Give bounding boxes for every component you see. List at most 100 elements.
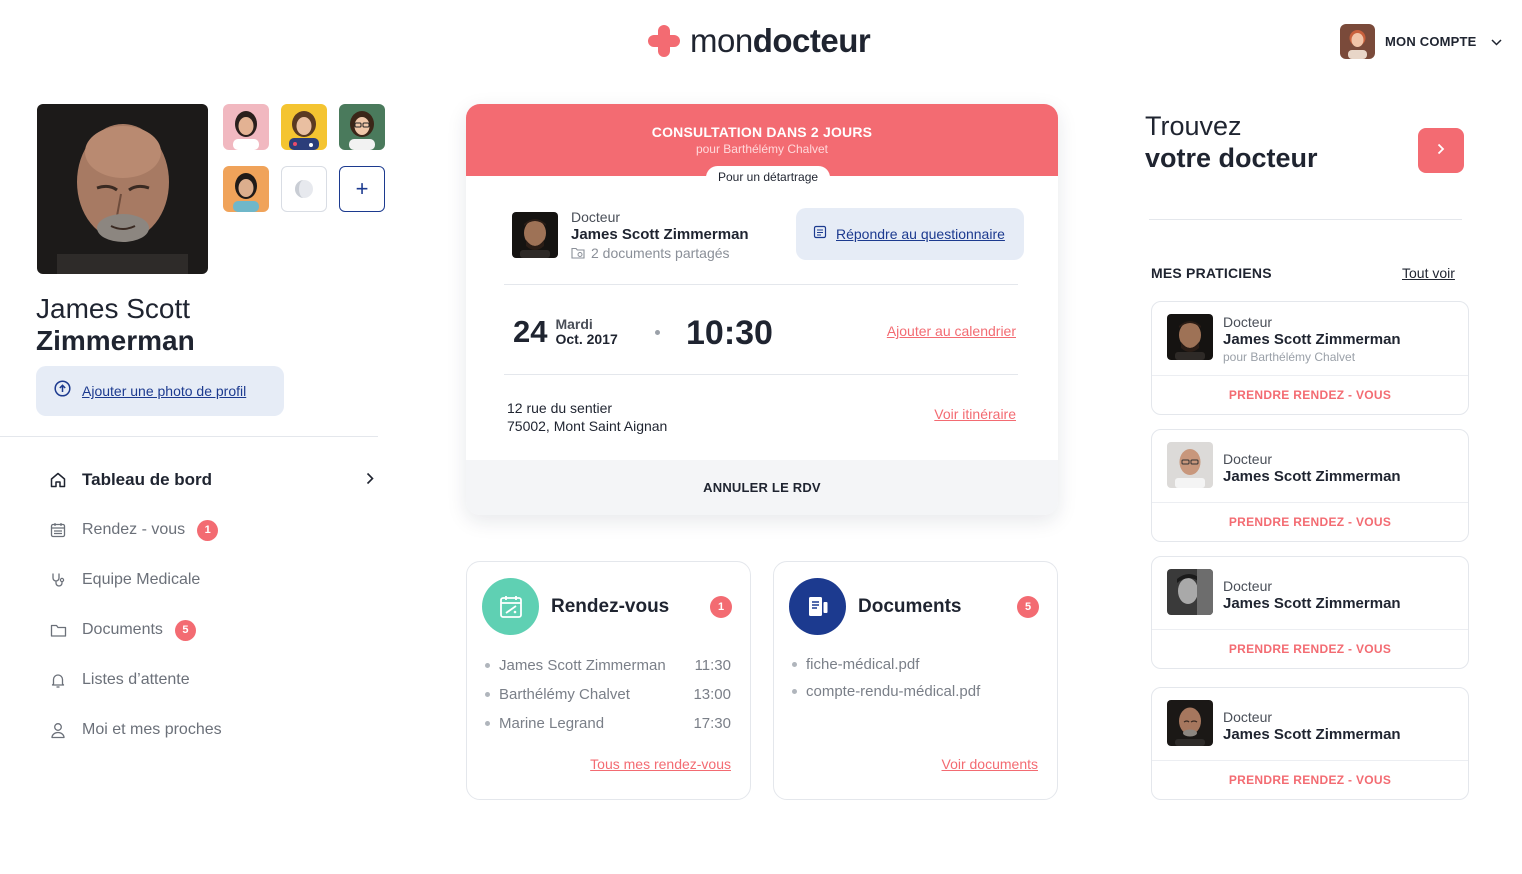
- documents-widget: Documents 5 fiche-médical.pdf compte-ren…: [773, 561, 1058, 800]
- appointment-title: CONSULTATION DANS 2 JOURS: [651, 124, 873, 140]
- itinerary-link[interactable]: Voir itinéraire: [934, 406, 1016, 422]
- add-profile-photo-label: Ajouter une photo de profil: [82, 383, 247, 399]
- form-icon: [813, 225, 827, 244]
- right-divider: [1149, 219, 1462, 220]
- documents-widget-badge: 5: [1017, 595, 1039, 618]
- document-item-name: compte-rendu-médical.pdf: [806, 683, 981, 700]
- shared-documents-label: 2 documents partagés: [591, 245, 730, 261]
- practitioner-card: Docteur James Scott Zimmerman PRENDRE RE…: [1151, 556, 1469, 669]
- appointment-item-time: 13:00: [693, 686, 731, 703]
- list-item[interactable]: Barthélémy Chalvet 13:00: [485, 680, 731, 709]
- user-avatar-icon: [1340, 24, 1375, 59]
- appointment-address: 12 rue du sentier 75002, Mont Saint Aign…: [507, 399, 667, 435]
- person-icon: [48, 720, 68, 740]
- cancel-appointment-button[interactable]: ANNULER LE RDV: [466, 460, 1058, 515]
- sidebar-item-family[interactable]: Moi et mes proches: [48, 705, 388, 755]
- profile-first-name: James Scott: [36, 293, 191, 324]
- add-relative-button[interactable]: +: [339, 166, 385, 212]
- calendar-widget-icon: [482, 578, 539, 635]
- documents-list: fiche-médical.pdf compte-rendu-médical.p…: [792, 651, 1038, 705]
- profile-last-name: Zimmerman: [36, 325, 195, 356]
- chevron-right-icon: [366, 472, 374, 490]
- book-appointment-label: PRENDRE RENDEZ - VOUS: [1228, 642, 1392, 656]
- practitioner-name: James Scott Zimmerman: [1223, 331, 1401, 348]
- add-to-calendar-link[interactable]: Ajouter au calendrier: [887, 323, 1016, 339]
- find-doctor-line2: votre docteur: [1145, 143, 1318, 173]
- account-label: MON COMPTE: [1385, 34, 1477, 49]
- stethoscope-icon: [48, 570, 68, 590]
- sidebar-item-documents[interactable]: Documents 5: [48, 605, 388, 655]
- appointments-widget-badge: 1: [710, 595, 732, 618]
- practitioner-role: Docteur: [1223, 314, 1273, 330]
- sidebar-item-medical-team[interactable]: Equipe Medicale: [48, 555, 388, 605]
- doctor-role: Docteur: [571, 209, 621, 225]
- book-appointment-label: PRENDRE RENDEZ - VOUS: [1228, 388, 1392, 402]
- sidebar-item-label: Tableau de bord: [82, 470, 213, 489]
- practitioner-info: Docteur James Scott Zimmerman: [1152, 557, 1468, 630]
- address-street: 12 rue du sentier: [507, 400, 613, 416]
- upload-icon: [54, 380, 71, 402]
- questionnaire-label: Répondre au questionnaire: [836, 226, 1005, 242]
- practitioner-name: James Scott Zimmerman: [1223, 726, 1401, 743]
- profile-photo: [37, 104, 208, 274]
- appointment-item-name: Marine Legrand: [499, 715, 605, 732]
- brand-logo[interactable]: mondocteur: [648, 22, 871, 60]
- see-all-practitioners-link[interactable]: Tout voir: [1402, 265, 1455, 281]
- all-appointments-link[interactable]: Tous mes rendez-vous: [590, 756, 731, 772]
- appointment-day: 24: [513, 314, 548, 349]
- practitioner-card: Docteur James Scott Zimmerman PRENDRE RE…: [1151, 429, 1469, 542]
- sidebar-item-waiting-lists[interactable]: Listes d’attente: [48, 655, 388, 705]
- practitioner-role: Docteur: [1223, 451, 1273, 467]
- practitioner-avatar: [1167, 700, 1213, 746]
- practitioner-avatar: [1167, 442, 1213, 488]
- document-item-name: fiche-médical.pdf: [806, 656, 920, 673]
- address-city: 75002, Mont Saint Aignan: [507, 418, 668, 434]
- list-item[interactable]: Marine Legrand 17:30: [485, 709, 731, 738]
- practitioner-patient: pour Barthélémy Chalvet: [1223, 350, 1356, 364]
- book-appointment-button[interactable]: PRENDRE RENDEZ - VOUS: [1152, 761, 1468, 799]
- appointment-doctor: Docteur James Scott Zimmerman 2 document…: [512, 208, 749, 262]
- list-item[interactable]: fiche-médical.pdf: [792, 651, 1038, 678]
- find-doctor-button[interactable]: [1418, 128, 1464, 173]
- sidebar-item-appointments[interactable]: Rendez - vous 1: [48, 505, 388, 555]
- practitioner-role: Docteur: [1223, 578, 1273, 594]
- date-time-separator: [655, 330, 660, 335]
- book-appointment-button[interactable]: PRENDRE RENDEZ - VOUS: [1152, 630, 1468, 668]
- appointment-date: 24 Mardi Oct. 2017: [513, 314, 618, 350]
- book-appointment-button[interactable]: PRENDRE RENDEZ - VOUS: [1152, 503, 1468, 541]
- documents-widget-header: Documents 5: [789, 578, 1039, 635]
- relative-avatar-4[interactable]: [223, 166, 269, 212]
- appointment-weekday: Mardi: [555, 316, 593, 332]
- profile-name: James Scott Zimmerman: [36, 293, 195, 357]
- view-documents-link[interactable]: Voir documents: [942, 756, 1039, 772]
- questionnaire-button[interactable]: Répondre au questionnaire: [796, 208, 1024, 260]
- practitioner-info: Docteur James Scott Zimmerman: [1152, 430, 1468, 503]
- appointments-widget-header: Rendez-vous 1: [482, 578, 732, 635]
- book-appointment-label: PRENDRE RENDEZ - VOUS: [1228, 773, 1392, 787]
- placeholder-avatar[interactable]: [281, 166, 327, 212]
- relative-avatar-2[interactable]: [281, 104, 327, 150]
- sidebar-item-label: Rendez - vous: [82, 521, 186, 538]
- list-item[interactable]: compte-rendu-médical.pdf: [792, 678, 1038, 705]
- profile-thumbnails: +: [223, 104, 385, 212]
- appointment-divider: [504, 374, 1018, 375]
- list-item[interactable]: James Scott Zimmerman 11:30: [485, 651, 731, 680]
- sidebar-item-label: Equipe Medicale: [82, 571, 201, 588]
- next-appointment-card: CONSULTATION DANS 2 JOURS pour Barthélém…: [466, 104, 1058, 515]
- add-profile-photo-button[interactable]: Ajouter une photo de profil: [36, 366, 284, 416]
- appointments-list: James Scott Zimmerman 11:30 Barthélémy Ch…: [485, 651, 731, 738]
- calendar-icon: [48, 520, 68, 540]
- sidebar-item-dashboard[interactable]: Tableau de bord: [48, 455, 388, 505]
- documents-widget-title: Documents: [858, 595, 962, 617]
- relative-avatar-1[interactable]: [223, 104, 269, 150]
- book-appointment-button[interactable]: PRENDRE RENDEZ - VOUS: [1152, 376, 1468, 414]
- practitioner-text: Docteur James Scott Zimmerman: [1223, 451, 1401, 485]
- left-divider: [0, 436, 378, 437]
- practitioner-avatar: [1167, 314, 1213, 360]
- sidebar-item-label: Moi et mes proches: [82, 721, 222, 738]
- appointment-patient: pour Barthélémy Chalvet: [695, 142, 829, 156]
- home-icon: [48, 470, 68, 490]
- relative-avatar-3[interactable]: [339, 104, 385, 150]
- account-menu[interactable]: MON COMPTE: [1340, 24, 1502, 59]
- practitioner-info: Docteur James Scott Zimmerman: [1152, 688, 1468, 761]
